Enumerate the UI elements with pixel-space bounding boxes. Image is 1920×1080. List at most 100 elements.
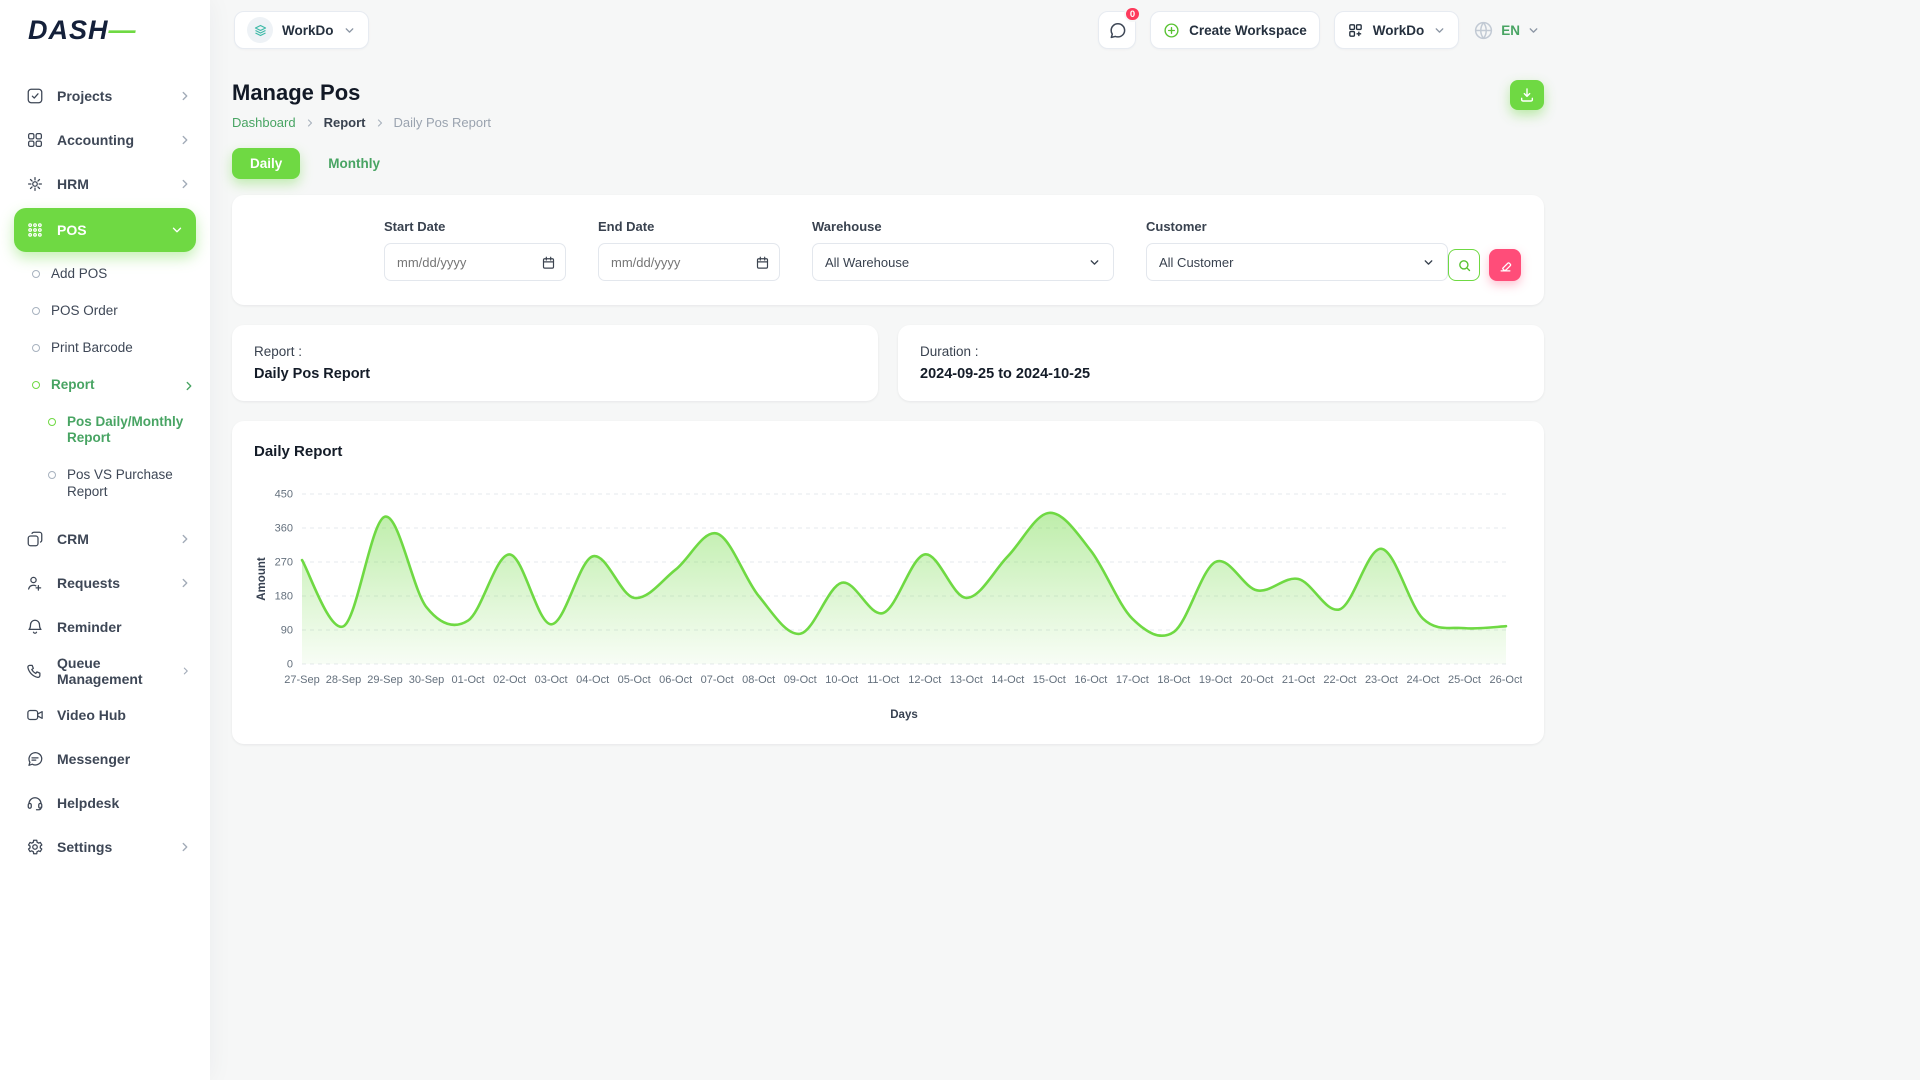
chevron-right-icon (178, 840, 192, 854)
chevron-down-icon (1433, 24, 1446, 37)
svg-text:90: 90 (281, 625, 293, 637)
report-tabs: Daily Monthly (232, 148, 1544, 179)
sidebar-item-pos-vs-purchase-report[interactable]: Pos VS Purchase Report (0, 457, 210, 511)
workspace-name: WorkDo (282, 23, 334, 38)
svg-text:09-Oct: 09-Oct (784, 674, 817, 686)
apply-filter-button[interactable] (1448, 249, 1480, 281)
sidebar-item-requests[interactable]: Requests (0, 561, 210, 605)
chevron-right-icon (178, 177, 192, 191)
tab-monthly[interactable]: Monthly (310, 148, 398, 179)
sidebar-item-video-hub[interactable]: Video Hub (0, 693, 210, 737)
warehouse-select[interactable]: All Warehouse (812, 243, 1114, 281)
svg-text:07-Oct: 07-Oct (701, 674, 734, 686)
page-title: Manage Pos (232, 80, 491, 106)
bullet-icon (32, 307, 40, 315)
crm-icon (26, 530, 44, 548)
sidebar-item-report[interactable]: Report (0, 367, 210, 404)
start-date-input[interactable] (385, 255, 565, 270)
pos-icon (26, 221, 44, 239)
svg-text:02-Oct: 02-Oct (493, 674, 526, 686)
sidebar-item-hrm[interactable]: HRM (0, 162, 210, 206)
sidebar-item-label: Reminder (57, 619, 122, 635)
chevron-right-icon (170, 223, 184, 237)
main-column: WorkDo 0 Create Workspace WorkDo (210, 0, 1920, 1080)
video-icon (26, 706, 44, 724)
sidebar-item-pos-order[interactable]: POS Order (0, 293, 210, 330)
language-code: EN (1501, 23, 1520, 38)
sidebar-item-label: Queue Management (57, 655, 167, 687)
breadcrumb-dashboard[interactable]: Dashboard (232, 115, 296, 130)
svg-text:270: 270 (275, 557, 293, 569)
duration-value: 2024-09-25 to 2024-10-25 (920, 366, 1522, 382)
plus-circle-icon (1163, 22, 1180, 39)
svg-text:20-Oct: 20-Oct (1240, 674, 1273, 686)
chevron-down-icon (1088, 256, 1101, 269)
workspace-switcher[interactable]: WorkDo (234, 11, 369, 49)
sidebar-item-crm[interactable]: CRM (0, 517, 210, 561)
grid-icon (1347, 22, 1364, 39)
reset-filter-button[interactable] (1489, 249, 1521, 281)
svg-text:23-Oct: 23-Oct (1365, 674, 1398, 686)
svg-text:17-Oct: 17-Oct (1116, 674, 1149, 686)
sidebar-item-messenger[interactable]: Messenger (0, 737, 210, 781)
duration-summary-card: Duration : 2024-09-25 to 2024-10-25 (898, 325, 1544, 401)
svg-text:27-Sep: 27-Sep (284, 674, 319, 686)
tab-daily[interactable]: Daily (232, 148, 300, 179)
calendar-icon[interactable] (541, 255, 556, 270)
sidebar-item-label: CRM (57, 531, 89, 547)
svg-text:Amount: Amount (256, 557, 268, 601)
chat-button[interactable]: 0 (1098, 11, 1136, 49)
report-value: Daily Pos Report (254, 366, 856, 382)
bullet-icon (32, 344, 40, 352)
logo[interactable]: DASH— (0, 0, 210, 60)
sidebar-item-add-pos[interactable]: Add POS (0, 256, 210, 293)
sidebar-item-label: Requests (57, 575, 120, 591)
chevron-right-icon (178, 576, 192, 590)
download-report-button[interactable] (1510, 80, 1544, 110)
breadcrumb-report[interactable]: Report (324, 115, 366, 130)
sidebar-item-reminder[interactable]: Reminder (0, 605, 210, 649)
sidebar-item-label: Settings (57, 839, 112, 855)
sidebar-item-pos[interactable]: POS (14, 208, 196, 252)
svg-text:180: 180 (275, 591, 293, 603)
svg-text:28-Sep: 28-Sep (326, 674, 361, 686)
sidebar-item-helpdesk[interactable]: Helpdesk (0, 781, 210, 825)
svg-text:13-Oct: 13-Oct (950, 674, 983, 686)
sidebar-item-label: Helpdesk (57, 795, 119, 811)
customer-select[interactable]: All Customer (1146, 243, 1448, 281)
end-date-input[interactable] (599, 255, 779, 270)
create-workspace-button[interactable]: Create Workspace (1150, 11, 1320, 49)
language-selector[interactable]: EN (1473, 20, 1540, 41)
svg-text:19-Oct: 19-Oct (1199, 674, 1232, 686)
svg-text:15-Oct: 15-Oct (1033, 674, 1066, 686)
chevron-right-icon (304, 117, 316, 129)
sidebar-item-label: Messenger (57, 751, 130, 767)
bullet-icon (32, 381, 40, 389)
svg-text:25-Oct: 25-Oct (1448, 674, 1481, 686)
chevron-right-icon (178, 89, 192, 103)
sidebar-item-projects[interactable]: Projects (0, 74, 210, 118)
sidebar-item-queue-management[interactable]: Queue Management (0, 649, 210, 693)
sidebar-item-accounting[interactable]: Accounting (0, 118, 210, 162)
sidebar-item-settings[interactable]: Settings (0, 825, 210, 869)
topbar-actions: 0 Create Workspace WorkDo EN (1098, 11, 1540, 49)
sidebar-item-label: Add POS (51, 266, 107, 283)
user-workspace-dropdown[interactable]: WorkDo (1334, 11, 1460, 49)
globe-icon (1473, 20, 1494, 41)
svg-text:360: 360 (275, 523, 293, 535)
sidebar-item-print-barcode[interactable]: Print Barcode (0, 330, 210, 367)
svg-text:24-Oct: 24-Oct (1406, 674, 1439, 686)
sidebar-item-pos-daily-monthly-report[interactable]: Pos Daily/Monthly Report (0, 404, 210, 458)
svg-text:29-Sep: 29-Sep (367, 674, 402, 686)
queue-icon (26, 662, 44, 680)
calendar-icon[interactable] (755, 255, 770, 270)
create-workspace-label: Create Workspace (1189, 23, 1307, 38)
svg-text:0: 0 (287, 659, 293, 671)
svg-text:30-Sep: 30-Sep (409, 674, 444, 686)
projects-icon (26, 87, 44, 105)
daily-report-card: Daily Report 09018027036045027-Sep28-Sep… (232, 421, 1544, 744)
sidebar-item-label: POS Order (51, 303, 118, 320)
svg-text:10-Oct: 10-Oct (825, 674, 858, 686)
report-summary-card: Report : Daily Pos Report (232, 325, 878, 401)
sidebar-item-label: Video Hub (57, 707, 126, 723)
